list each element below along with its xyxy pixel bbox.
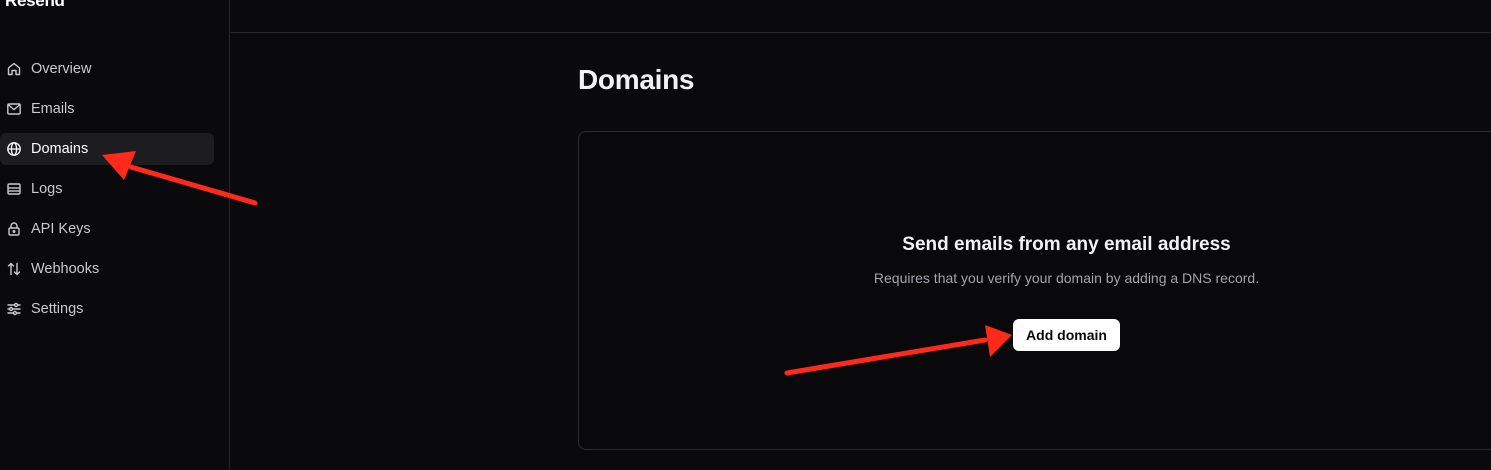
sidebar-item-label: Domains <box>31 141 89 157</box>
sliders-icon <box>6 301 22 317</box>
globe-icon <box>6 141 22 157</box>
logs-icon <box>6 181 22 197</box>
home-icon <box>6 61 22 77</box>
empty-state-description: Requires that you verify your domain by … <box>873 270 1260 286</box>
sidebar-item-label: Logs <box>31 181 63 197</box>
mail-icon <box>6 101 22 117</box>
sidebar-nav: Overview Emails Domains Logs API Keys We… <box>0 53 230 333</box>
sidebar-item-label: Settings <box>31 301 84 317</box>
brand-logo[interactable]: Resend <box>5 0 65 11</box>
app-window: Resend Overview Emails Domains Logs API … <box>0 0 1491 470</box>
sidebar: Resend Overview Emails Domains Logs API … <box>0 0 230 470</box>
sidebar-item-emails[interactable]: Emails <box>0 93 214 125</box>
webhooks-icon <box>6 261 22 277</box>
sidebar-item-overview[interactable]: Overview <box>0 53 214 85</box>
sidebar-item-api-keys[interactable]: API Keys <box>0 213 214 245</box>
page-title: Domains <box>578 64 695 95</box>
sidebar-item-label: API Keys <box>31 221 91 237</box>
sidebar-item-webhooks[interactable]: Webhooks <box>0 253 214 285</box>
domains-empty-state: Send emails from any email address Requi… <box>578 131 1491 450</box>
add-domain-button[interactable]: Add domain <box>1013 319 1120 351</box>
sidebar-item-domains[interactable]: Domains <box>0 133 214 165</box>
sidebar-item-logs[interactable]: Logs <box>0 173 214 205</box>
sidebar-item-settings[interactable]: Settings <box>0 293 214 325</box>
sidebar-item-label: Webhooks <box>31 261 100 277</box>
sidebar-item-label: Overview <box>31 61 92 77</box>
sidebar-item-label: Emails <box>31 101 75 117</box>
header-divider <box>231 32 1491 33</box>
lock-icon <box>6 221 22 237</box>
empty-state-title: Send emails from any email address <box>902 234 1231 255</box>
